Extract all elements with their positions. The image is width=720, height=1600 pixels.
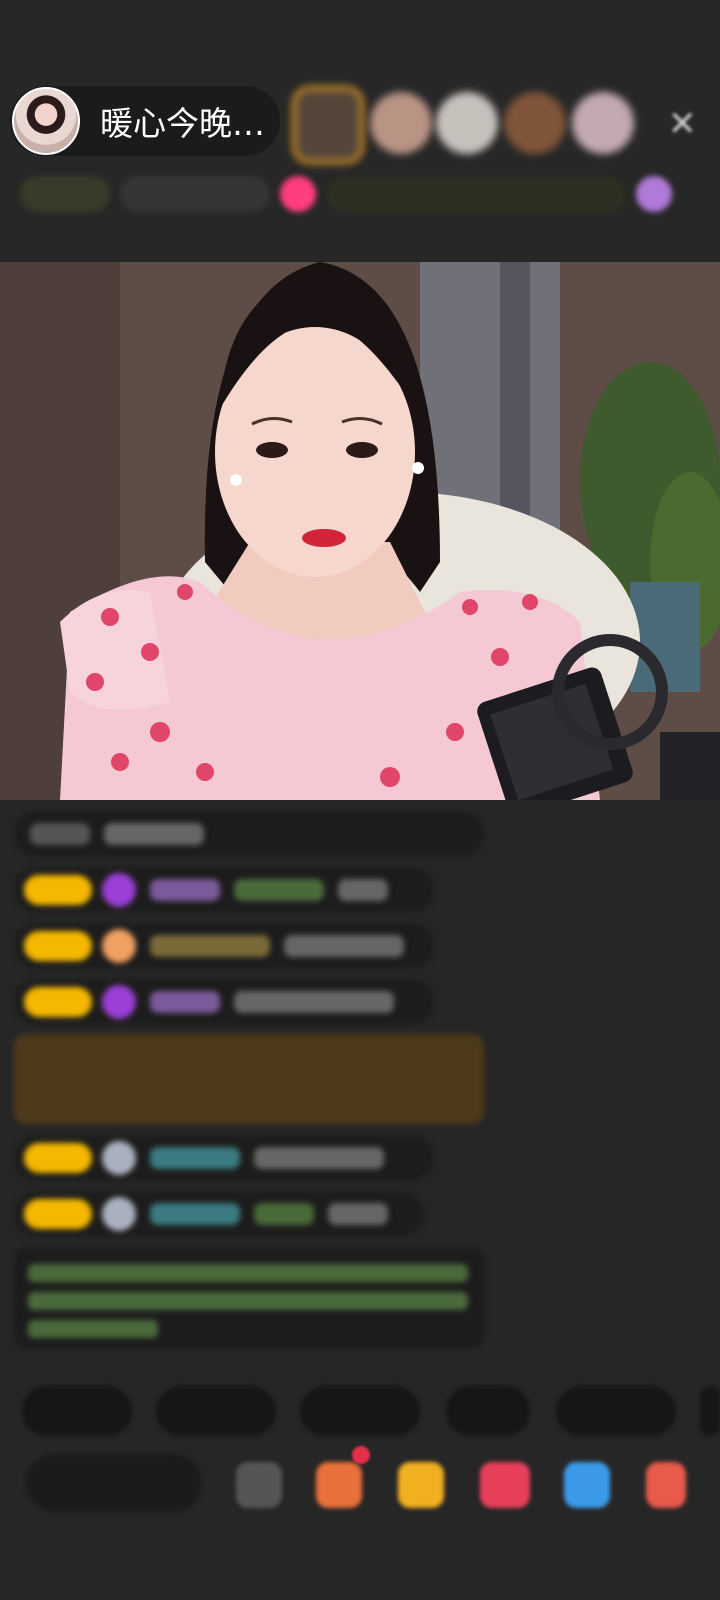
level-badge [24, 931, 92, 961]
tag-chip[interactable] [326, 176, 626, 212]
quick-reply-chip[interactable] [300, 1386, 420, 1436]
close-icon[interactable]: ✕ [668, 104, 697, 144]
level-badge [24, 1199, 92, 1229]
chat-text [284, 935, 404, 957]
gift-box-icon[interactable] [236, 1462, 282, 1508]
rank-chip[interactable] [120, 176, 270, 212]
username[interactable] [150, 1203, 240, 1225]
diamond-icon [102, 873, 136, 907]
live-video[interactable] [0, 262, 720, 800]
level-badge [24, 1143, 92, 1173]
chat-text [104, 823, 204, 845]
chat-message [14, 812, 484, 856]
chat-message [14, 1192, 424, 1236]
pink-badge-icon[interactable] [280, 176, 316, 212]
room-info-row [20, 170, 700, 218]
gift-icon[interactable] [480, 1462, 530, 1508]
level-chip[interactable] [20, 176, 110, 212]
chat-message [14, 868, 434, 912]
chat-text [338, 879, 388, 901]
username[interactable] [150, 879, 220, 901]
diamond-icon [102, 985, 136, 1019]
chat-text [254, 1203, 314, 1225]
quick-reply-chip[interactable] [700, 1386, 720, 1436]
chat-message [14, 1136, 434, 1180]
username[interactable] [150, 991, 220, 1013]
chat-text [328, 1203, 388, 1225]
quick-reply-chip[interactable] [156, 1386, 276, 1436]
gift-notification [14, 1034, 484, 1124]
viewer-avatar[interactable] [504, 92, 566, 154]
level-badge [24, 987, 92, 1017]
quick-reply-chip[interactable] [556, 1386, 676, 1436]
chat-message [14, 924, 434, 968]
chat-text [234, 879, 324, 901]
user-avatar-icon [102, 1197, 136, 1231]
anchor-info-pill[interactable]: 暖心今晚… [10, 86, 280, 156]
streamer-illustration [0, 262, 720, 800]
chat-text [254, 1147, 384, 1169]
chat-message [14, 980, 434, 1024]
notification-dot [352, 1446, 370, 1464]
viewer-avatar[interactable] [370, 92, 432, 154]
chat-input[interactable] [26, 1454, 202, 1512]
anchor-avatar[interactable] [12, 87, 80, 155]
task-icon[interactable] [316, 1462, 362, 1508]
username[interactable] [150, 935, 270, 957]
more-gift-icon[interactable] [646, 1462, 686, 1508]
viewer-avatar[interactable] [436, 92, 498, 154]
chat-text [30, 823, 90, 845]
treasure-icon[interactable] [398, 1462, 444, 1508]
game-icon[interactable] [564, 1462, 610, 1508]
viewer-avatar[interactable] [572, 92, 634, 154]
quick-reply-chip[interactable] [22, 1386, 132, 1436]
top-viewer-avatar[interactable] [292, 86, 364, 164]
quick-reply-chip[interactable] [446, 1386, 530, 1436]
flame-icon [102, 929, 136, 963]
user-avatar-icon [102, 1141, 136, 1175]
anchor-name[interactable]: 暖心今晚… [100, 97, 265, 145]
username[interactable] [150, 1147, 240, 1169]
chat-text [234, 991, 394, 1013]
system-notice [14, 1248, 484, 1348]
level-badge [24, 875, 92, 905]
purple-badge-icon[interactable] [636, 176, 672, 212]
